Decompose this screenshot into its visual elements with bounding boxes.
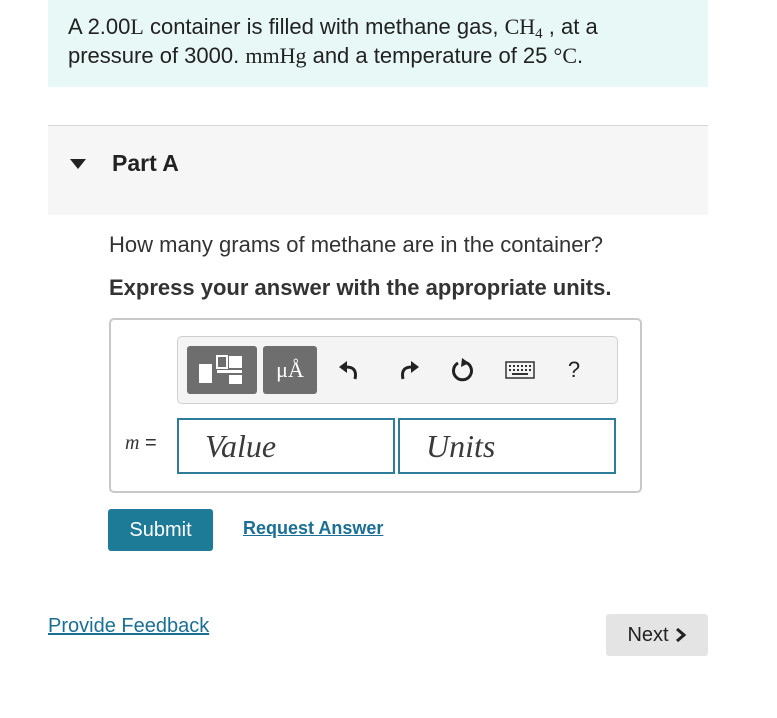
units-input[interactable]: Units	[398, 418, 616, 474]
problem-text: container is filled with methane gas,	[143, 14, 505, 39]
units-symbol-label: μÅ	[276, 357, 304, 382]
problem-text: , at a	[542, 14, 598, 39]
math-toolbar: μÅ ?	[177, 336, 618, 404]
chevron-right-icon	[675, 627, 686, 643]
undo-icon	[339, 361, 357, 380]
reset-icon	[452, 358, 473, 382]
reset-button[interactable]	[445, 346, 481, 394]
undo-button[interactable]	[332, 346, 368, 394]
problem-text: pressure of 3000.	[68, 43, 246, 68]
caret-down-icon[interactable]	[70, 159, 86, 169]
formula-methane: CH	[504, 14, 536, 39]
part-title: Part A	[112, 150, 179, 176]
provide-feedback-link[interactable]: Provide Feedback	[48, 615, 209, 638]
value-input[interactable]: Value	[177, 418, 395, 474]
keyboard-icon	[505, 361, 535, 379]
unit-liter: L	[130, 14, 144, 39]
units-symbol-button[interactable]: μÅ	[263, 346, 317, 394]
formula-subscript: 4	[535, 26, 543, 42]
variable-name: m	[125, 432, 140, 454]
problem-text: A 2.00	[68, 14, 131, 39]
submit-button[interactable]: Submit	[108, 509, 213, 551]
templates-icon	[199, 355, 242, 384]
next-label: Next	[627, 623, 669, 646]
problem-text: and a temperature of 25	[306, 43, 554, 68]
question-text: How many grams of methane are in the con…	[109, 232, 604, 257]
request-answer-link[interactable]: Request Answer	[243, 518, 383, 539]
unit-mmhg: mmHg	[245, 43, 307, 68]
instruction-text: Express your answer with the appropriate…	[109, 275, 612, 300]
unit-celsius: °C	[553, 43, 578, 68]
redo-button[interactable]	[390, 346, 426, 394]
next-button[interactable]: Next	[606, 614, 708, 656]
problem-statement: A 2.00L container is filled with methane…	[48, 0, 708, 87]
problem-text: .	[577, 43, 584, 68]
help-icon: ?	[567, 357, 581, 382]
equals-sign: =	[139, 432, 157, 454]
part-a-header[interactable]: Part A	[48, 126, 708, 215]
help-button[interactable]: ?	[556, 346, 592, 394]
templates-button[interactable]	[187, 346, 257, 394]
keyboard-button[interactable]	[502, 346, 538, 394]
redo-icon	[401, 361, 419, 380]
variable-label: m =	[125, 432, 157, 455]
answer-box: μÅ ? m = Value Units	[109, 318, 642, 493]
